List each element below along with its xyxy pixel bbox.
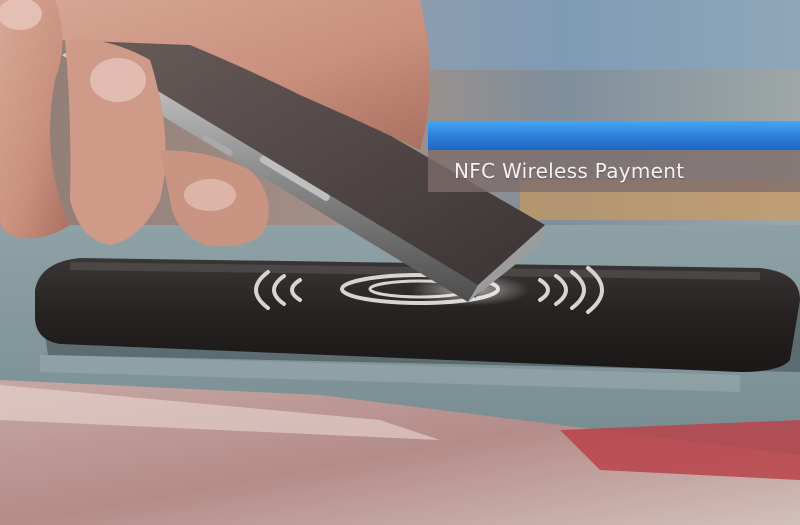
photo-scene bbox=[0, 0, 800, 525]
caption-body: NFC Wireless Payment bbox=[428, 150, 800, 192]
index-fingernail bbox=[90, 58, 146, 102]
caption-accent-stripe bbox=[428, 121, 800, 150]
caption-title: NFC Wireless Payment bbox=[454, 159, 685, 183]
middle-fingernail bbox=[184, 179, 236, 211]
caption-overlay: NFC Wireless Payment bbox=[428, 121, 800, 192]
